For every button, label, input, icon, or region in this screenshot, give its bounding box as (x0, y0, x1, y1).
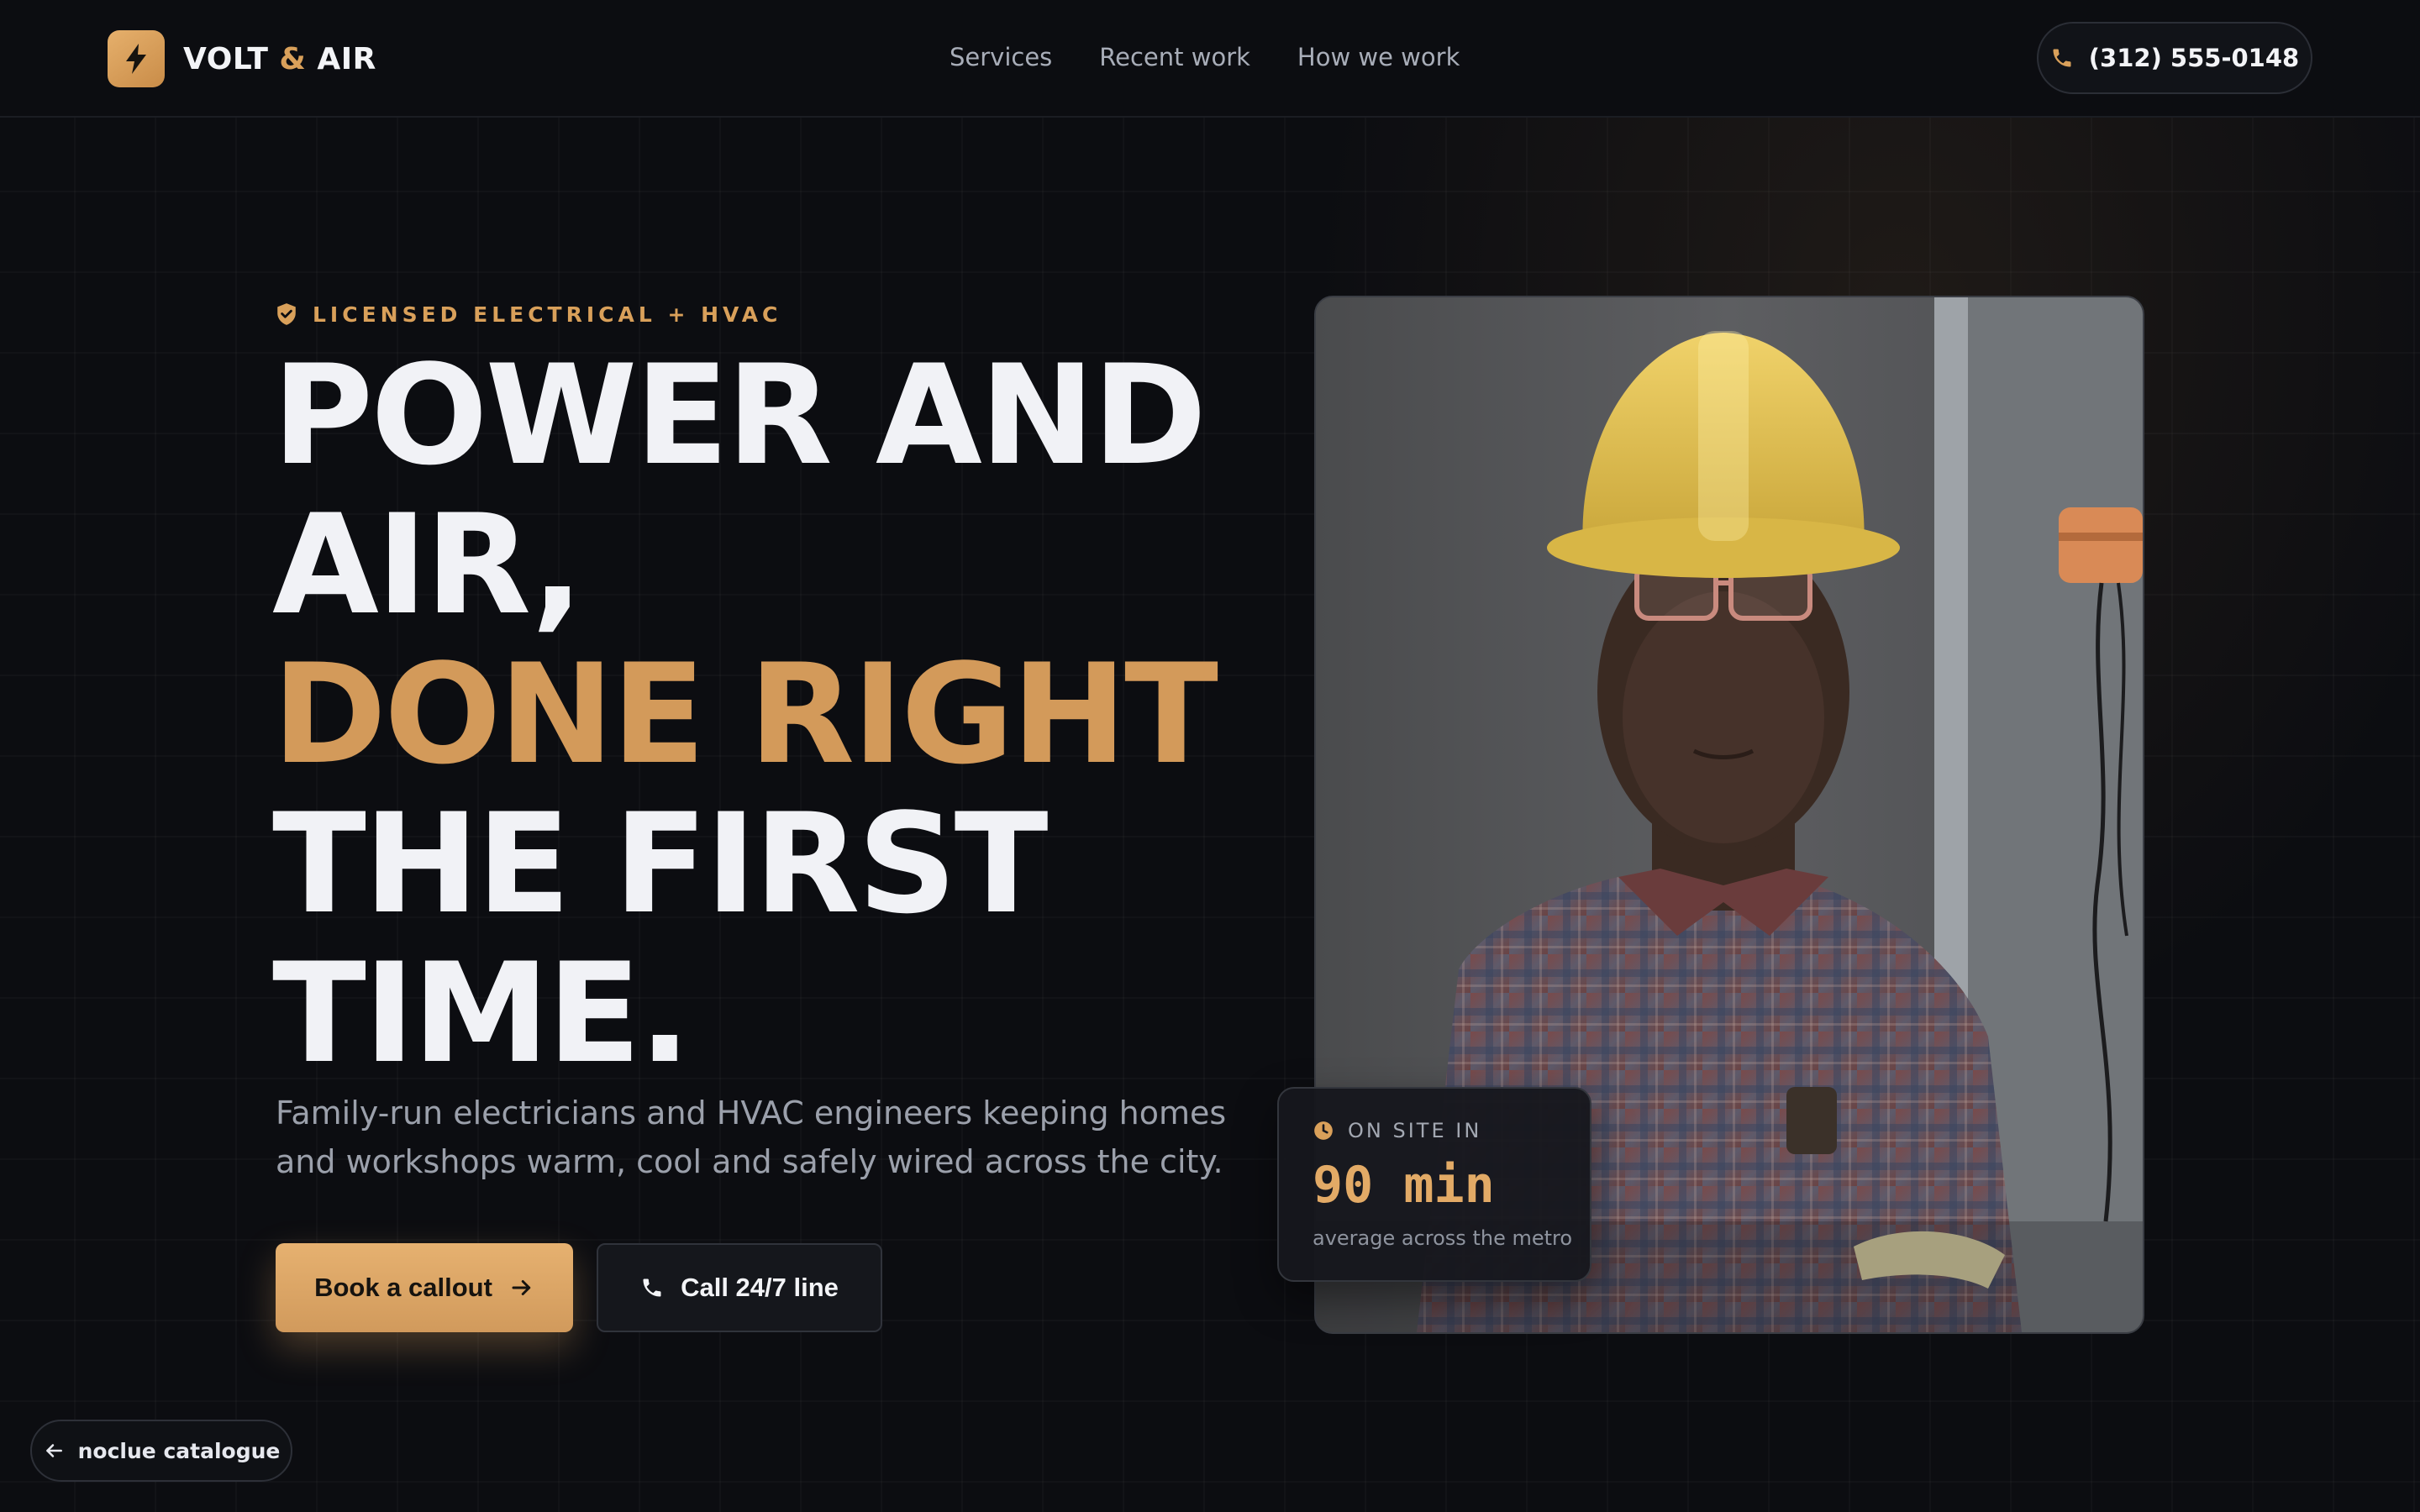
hero-eyebrow-text: LICENSED ELECTRICAL + HVAC (313, 302, 782, 327)
brand-ampersand: & (279, 41, 307, 76)
brand-name-part1: VOLT (183, 41, 269, 76)
site-header: VOLT & AIR Services Recent work How we w… (0, 0, 2420, 118)
nav-link-how-we-work[interactable]: How we work (1297, 43, 1460, 71)
brand-name: VOLT & AIR (183, 42, 376, 76)
headline-line-4: THE FIRST (272, 784, 1049, 944)
headline-line-5: TIME. (272, 933, 691, 1094)
clock-icon (1313, 1120, 1334, 1142)
response-time-card: ON SITE IN 90 min average across the met… (1277, 1087, 1591, 1282)
phone-icon (2050, 46, 2074, 70)
call-247-label: Call 24/7 line (681, 1273, 839, 1302)
lightning-bolt-icon (108, 30, 165, 87)
call-247-button[interactable]: Call 24/7 line (597, 1243, 882, 1332)
nav-link-services[interactable]: Services (950, 43, 1052, 71)
main-nav: Services Recent work How we work (950, 37, 1460, 77)
header-phone-number: (312) 555-0148 (2088, 44, 2300, 72)
book-callout-label: Book a callout (314, 1273, 492, 1302)
stat-label-text: ON SITE IN (1348, 1119, 1482, 1142)
stat-caption: average across the metro (1313, 1226, 1573, 1250)
stat-label: ON SITE IN (1313, 1119, 1481, 1142)
brand-logo[interactable]: VOLT & AIR (108, 30, 376, 87)
hero-subtext: Family-run electricians and HVAC enginee… (276, 1095, 1227, 1180)
headline-line-accent: DONE RIGHT (272, 634, 1218, 795)
hero-eyebrow: LICENSED ELECTRICAL + HVAC (276, 299, 781, 329)
stat-value: 90 min (1313, 1156, 1495, 1215)
shield-check-icon (276, 302, 297, 326)
book-callout-button[interactable]: Book a callout (276, 1243, 573, 1332)
arrow-right-icon (509, 1275, 534, 1300)
brand-name-part2: AIR (317, 41, 376, 76)
back-link-label: noclue catalogue (77, 1438, 281, 1463)
back-to-catalogue-link[interactable]: noclue catalogue (30, 1420, 292, 1482)
header-phone-button[interactable]: (312) 555-0148 (2037, 22, 2312, 94)
phone-icon (640, 1276, 664, 1299)
nav-link-recent-work[interactable]: Recent work (1099, 43, 1250, 71)
headline-line-1: POWER AND (272, 335, 1207, 496)
headline-line-2: AIR, (272, 485, 584, 645)
arrow-left-icon (43, 1440, 65, 1462)
hero-headline: POWER AND AIR, DONE RIGHT THE FIRST TIME… (272, 341, 1247, 1089)
